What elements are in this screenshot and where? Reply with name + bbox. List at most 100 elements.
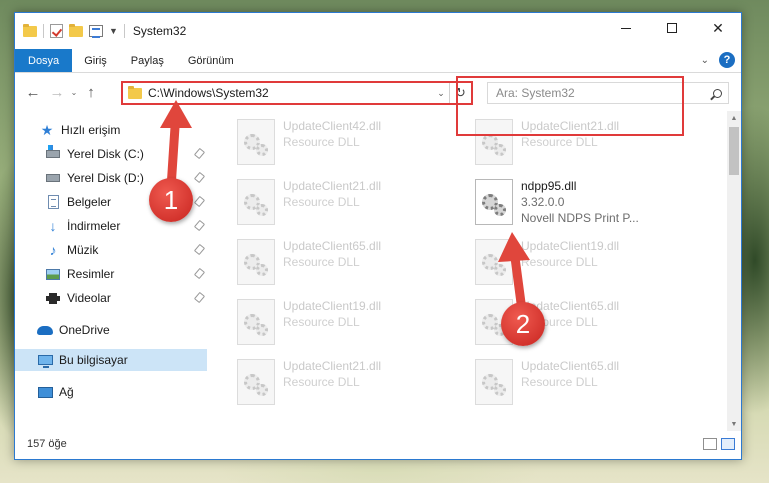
nav-item-drive-c[interactable]: Yerel Disk (C:) <box>15 143 207 165</box>
onedrive-icon <box>37 322 53 338</box>
pin-icon[interactable] <box>193 267 206 280</box>
file-type: Resource DLL <box>521 255 598 269</box>
new-folder-icon[interactable] <box>69 23 83 37</box>
file-name: ndpp95.dll <box>521 179 577 193</box>
navigation-pane: ★ Hızlı erişim Yerel Disk (C:) Yerel Dis… <box>15 111 211 431</box>
nav-item-label: Bu bilgisayar <box>59 353 128 367</box>
search-icon[interactable] <box>706 88 728 98</box>
file-name: UpdateClient19.dll <box>521 239 620 253</box>
folder-icon <box>128 85 142 99</box>
file-tile[interactable]: UpdateClient65.dll Resource DLL <box>237 239 463 293</box>
nav-item-label: İndirmeler <box>67 219 121 233</box>
properties-check-icon[interactable] <box>50 24 63 38</box>
file-tile-ndpp95[interactable]: ndpp95.dll 3.32.0.0 Novell NDPS Print P.… <box>475 179 701 233</box>
help-icon[interactable]: ? <box>719 52 735 68</box>
dll-file-icon <box>237 299 275 345</box>
nav-item-network[interactable]: Ağ <box>15 381 207 403</box>
pin-icon[interactable] <box>193 243 206 256</box>
dll-file-icon <box>237 179 275 225</box>
toolbar-separator <box>43 24 44 38</box>
address-path[interactable]: C:\Windows\System32 <box>148 86 433 100</box>
nav-item-videos[interactable]: Videolar <box>15 287 207 309</box>
nav-item-label: OneDrive <box>59 323 110 337</box>
nav-item-label: Belgeler <box>67 195 112 209</box>
pin-icon[interactable] <box>193 219 206 232</box>
nav-item-label: Yerel Disk (D:) <box>67 171 144 185</box>
address-dropdown-icon[interactable]: ⌄ <box>433 88 449 99</box>
nav-item-quick-access[interactable]: ★ Hızlı erişim <box>15 119 207 141</box>
file-name: UpdateClient19.dll <box>283 299 382 313</box>
drive-d-icon <box>45 170 61 186</box>
expand-ribbon-icon[interactable]: ⌄ <box>701 55 709 66</box>
tiles-view-icon[interactable] <box>721 438 735 450</box>
file-tile[interactable]: UpdateClient19.dll Resource DLL <box>237 299 463 353</box>
view-switcher <box>703 438 735 450</box>
nav-item-this-pc[interactable]: Bu bilgisayar <box>15 349 207 371</box>
pin-icon[interactable] <box>193 147 206 160</box>
title-bar: ▼ System32 ✕ <box>15 13 741 49</box>
back-button[interactable]: ← <box>21 84 45 101</box>
file-type: Resource DLL <box>521 135 598 149</box>
file-name: UpdateClient65.dll <box>521 359 620 373</box>
item-count: 157 öğe <box>27 438 67 450</box>
pin-icon[interactable] <box>193 291 206 304</box>
star-icon: ★ <box>40 121 54 138</box>
file-tile[interactable]: UpdateClient19.dll Resource DLL <box>475 239 701 293</box>
file-type: Resource DLL <box>283 315 360 329</box>
dll-file-icon <box>237 359 275 405</box>
nav-item-label: Müzik <box>67 243 99 257</box>
nav-item-onedrive[interactable]: OneDrive <box>15 319 207 341</box>
file-type: Resource DLL <box>521 375 598 389</box>
file-name: UpdateClient65.dll <box>283 239 382 253</box>
music-icon: ♪ <box>49 242 57 258</box>
file-tile[interactable]: UpdateClient42.dll Resource DLL <box>237 119 463 173</box>
content-area: ★ Hızlı erişim Yerel Disk (C:) Yerel Dis… <box>15 111 741 431</box>
nav-item-label: Yerel Disk (C:) <box>67 147 144 161</box>
dll-file-icon <box>475 179 513 225</box>
file-type: Resource DLL <box>283 375 360 389</box>
tab-share[interactable]: Paylaş <box>119 49 176 72</box>
file-name: UpdateClient42.dll <box>283 119 382 133</box>
file-tile[interactable]: UpdateClient21.dll Resource DLL <box>237 179 463 233</box>
dll-file-icon <box>475 239 513 285</box>
recent-locations-icon[interactable]: ⌄ <box>69 88 79 97</box>
properties-icon[interactable] <box>89 25 103 38</box>
nav-item-label: Resimler <box>67 267 115 281</box>
up-button[interactable]: ↑ <box>79 84 103 101</box>
details-view-icon[interactable] <box>703 438 717 450</box>
file-name: UpdateClient21.dll <box>283 179 382 193</box>
quick-access-toolbar: ▼ <box>15 23 125 38</box>
file-list: UpdateClient42.dll Resource DLL UpdateCli… <box>211 111 727 431</box>
close-button[interactable]: ✕ <box>695 13 741 43</box>
videos-icon <box>45 290 61 306</box>
file-description: Novell NDPS Print P... <box>521 211 639 225</box>
maximize-button[interactable] <box>649 13 695 43</box>
pin-icon[interactable] <box>193 195 206 208</box>
minimize-button[interactable] <box>603 13 649 43</box>
forward-button[interactable]: → <box>45 84 69 101</box>
window-controls: ✕ <box>603 13 741 43</box>
tab-home[interactable]: Giriş <box>72 49 119 72</box>
file-tile[interactable]: UpdateClient65.dll Resource DLL <box>475 359 701 413</box>
tab-file[interactable]: Dosya <box>15 49 73 72</box>
dll-file-icon <box>475 359 513 405</box>
window-title: System32 <box>132 24 187 38</box>
scroll-up-icon[interactable]: ▲ <box>727 111 741 125</box>
nav-item-pictures[interactable]: Resimler <box>15 263 207 285</box>
pin-icon[interactable] <box>193 171 206 184</box>
this-pc-icon <box>37 352 53 368</box>
file-type: Resource DLL <box>283 195 360 209</box>
nav-item-label: Videolar <box>67 291 111 305</box>
vertical-scrollbar[interactable]: ▲ ▼ <box>727 111 741 431</box>
scroll-thumb[interactable] <box>729 127 739 175</box>
file-type: Resource DLL <box>283 135 360 149</box>
address-bar[interactable]: C:\Windows\System32 ⌄ ↻ <box>121 81 473 105</box>
file-tile[interactable]: UpdateClient21.dll Resource DLL <box>237 359 463 413</box>
customize-toolbar-icon[interactable]: ▼ <box>109 26 118 36</box>
tab-view[interactable]: Görünüm <box>176 49 246 72</box>
callout-2: 2 <box>501 302 545 346</box>
file-type: Resource DLL <box>283 255 360 269</box>
dll-file-icon <box>237 239 275 285</box>
highlight-box-file <box>456 76 684 136</box>
nav-item-music[interactable]: ♪ Müzik <box>15 239 207 261</box>
